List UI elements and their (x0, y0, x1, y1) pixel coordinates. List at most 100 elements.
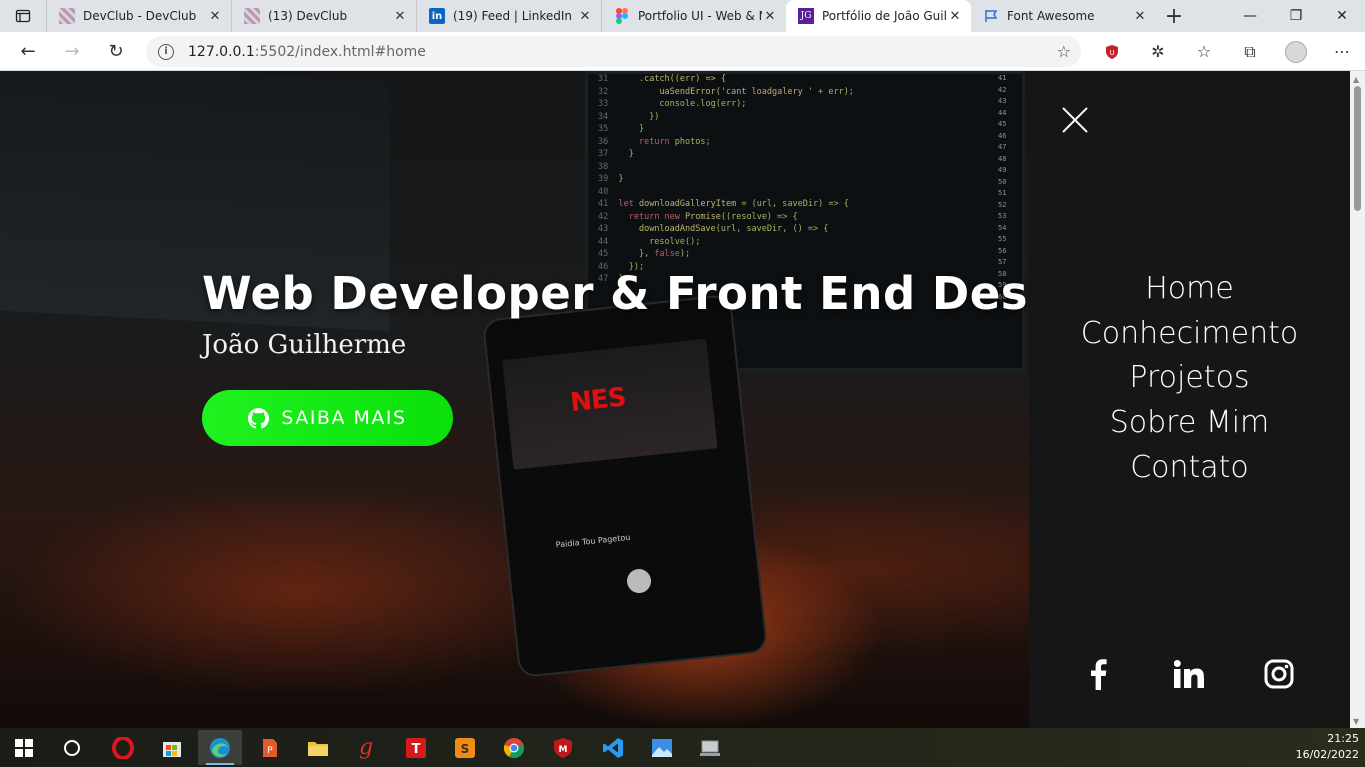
url-field[interactable]: i 127.0.0.1:5502/index.html#home ☆ (146, 36, 1081, 67)
devclub-icon (59, 8, 75, 24)
file-explorer-icon[interactable] (296, 730, 340, 765)
minimize-button[interactable]: — (1227, 0, 1273, 32)
windows-icon (15, 738, 33, 757)
tab-title: Portfólio de João Guilh (822, 9, 947, 23)
tab-actions-icon (15, 9, 31, 23)
saiba-mais-label: SAIBA MAIS (281, 407, 407, 429)
svg-text:M: M (559, 745, 568, 755)
search-button[interactable] (50, 730, 94, 765)
linkedin-icon: in (429, 8, 445, 24)
svg-text:P: P (267, 746, 273, 756)
settings-more-icon[interactable]: ⋯ (1319, 32, 1365, 71)
start-button[interactable] (2, 730, 46, 765)
figma-icon (614, 8, 630, 24)
menu-item-sobre-mim[interactable]: Sobre Mim (1029, 401, 1350, 446)
powerpoint-like-icon[interactable]: P (248, 730, 292, 765)
flag-icon (983, 8, 999, 24)
phone-song-text: Paidia Tou Pagetou (555, 532, 631, 550)
close-window-button[interactable]: ✕ (1319, 0, 1365, 32)
devclub-icon (244, 8, 260, 24)
screen: { "browser": { "tabs": [ {"title": "DevC… (0, 0, 1365, 767)
menu-item-home[interactable]: Home (1029, 267, 1350, 312)
profile-avatar[interactable] (1273, 32, 1319, 71)
scroll-down-icon[interactable]: ▼ (1353, 717, 1359, 726)
reload-button[interactable]: ↻ (94, 32, 138, 71)
back-button[interactable]: ← (6, 32, 50, 71)
browser-tab-devclub-13[interactable]: (13) DevClub ✕ (231, 0, 416, 32)
linkedin-icon[interactable] (1173, 657, 1205, 691)
browser-toolbar: U ✲ ☆ ⧉ ⋯ (1089, 32, 1365, 71)
close-tab-icon[interactable]: ✕ (392, 8, 408, 24)
browser-tab-figma[interactable]: Portfolio UI - Web & M ✕ (601, 0, 786, 32)
hero-subtitle: João Guilherme (202, 330, 407, 360)
scroll-up-icon[interactable]: ▲ (1353, 75, 1359, 84)
clock-time: 21:25 (1327, 732, 1359, 745)
info-icon[interactable]: i (158, 43, 174, 60)
vscode-icon[interactable] (591, 730, 635, 765)
arrow-right-icon: → (64, 40, 80, 62)
tab-title: Font Awesome (1007, 9, 1095, 23)
menu-item-contato[interactable]: Contato (1029, 446, 1350, 491)
jg-icon: JG (798, 8, 814, 24)
close-tab-icon[interactable]: ✕ (947, 8, 963, 24)
close-tab-icon[interactable]: ✕ (1132, 8, 1148, 24)
mcafee-icon[interactable]: M (541, 730, 585, 765)
reload-icon: ↻ (108, 40, 124, 62)
app-t-icon[interactable]: T (394, 730, 438, 765)
tab-title: Portfolio UI - Web & M (638, 9, 762, 23)
background-code: 31 .catch((err) => { 32 uaSendError('can… (598, 74, 854, 284)
app-g-icon[interactable]: g (344, 730, 388, 765)
arrow-left-icon: ← (20, 40, 36, 62)
saiba-mais-button[interactable]: SAIBA MAIS (202, 390, 453, 446)
close-tab-icon[interactable]: ✕ (207, 8, 223, 24)
forward-button[interactable]: → (50, 32, 94, 71)
tab-title: (19) Feed | LinkedIn (453, 9, 573, 23)
tab-actions-button[interactable] (0, 0, 46, 32)
favorites-icon[interactable]: ☆ (1181, 32, 1227, 71)
browser-tab-devclub[interactable]: DevClub - DevClub ✕ (46, 0, 231, 32)
url-path: :5502/index.html#home (254, 43, 426, 60)
clock-date: 16/02/2022 (1295, 748, 1359, 761)
extension-shield-icon[interactable]: U (1089, 32, 1135, 71)
social-links (1029, 657, 1350, 693)
tab-strip: DevClub - DevClub ✕ (13) DevClub ✕ in (1… (0, 0, 1365, 32)
microsoft-store-icon[interactable] (150, 730, 194, 765)
svg-text:T: T (412, 742, 421, 757)
sublime-text-icon[interactable]: S (443, 730, 487, 765)
cortana-icon (64, 739, 80, 756)
hero-section: 31 .catch((err) => { 32 uaSendError('can… (0, 71, 1029, 728)
scrollbar-thumb[interactable] (1354, 86, 1361, 211)
network-app-icon[interactable] (688, 730, 732, 765)
collections-icon[interactable]: ⧉ (1227, 32, 1273, 71)
browser-tab-font-awesome[interactable]: Font Awesome ✕ (971, 0, 1156, 32)
side-menu: Home Conhecimento Projetos Sobre Mim Con… (1029, 71, 1350, 728)
svg-text:U: U (1109, 49, 1114, 57)
opera-icon[interactable] (101, 730, 145, 765)
hero-content: Web Developer & Front End Design João Gu… (202, 267, 1029, 446)
instagram-icon[interactable] (1263, 657, 1295, 691)
extensions-icon[interactable]: ✲ (1135, 32, 1181, 71)
close-menu-icon[interactable] (1060, 105, 1090, 135)
page-scrollbar[interactable]: ▲ ▼ (1350, 71, 1365, 728)
url-host: 127.0.0.1 (188, 43, 255, 60)
hero-title: Web Developer & Front End Design (202, 267, 1029, 320)
photos-icon[interactable] (640, 730, 684, 765)
edge-icon[interactable] (198, 730, 242, 765)
tab-title: (13) DevClub (268, 9, 348, 23)
restore-button[interactable]: ❐ (1273, 0, 1319, 32)
menu-item-projetos[interactable]: Projetos (1029, 356, 1350, 401)
browser-tab-portfolio[interactable]: JG Portfólio de João Guilh ✕ (786, 0, 971, 32)
system-clock[interactable]: 21:25 16/02/2022 (1296, 731, 1359, 763)
tab-title: DevClub - DevClub (83, 9, 197, 23)
facebook-icon[interactable] (1082, 657, 1114, 691)
add-favorite-icon[interactable]: ☆ (1057, 42, 1071, 61)
url-text: 127.0.0.1:5502/index.html#home (188, 44, 426, 60)
menu-item-conhecimento[interactable]: Conhecimento (1029, 312, 1350, 357)
web-page: 31 .catch((err) => { 32 uaSendError('can… (0, 71, 1350, 728)
close-tab-icon[interactable]: ✕ (762, 8, 778, 24)
new-tab-button[interactable]: + (1156, 0, 1192, 32)
browser-tab-linkedin[interactable]: in (19) Feed | LinkedIn ✕ (416, 0, 601, 32)
chrome-icon[interactable] (492, 730, 536, 765)
close-tab-icon[interactable]: ✕ (577, 8, 593, 24)
menu-list: Home Conhecimento Projetos Sobre Mim Con… (1029, 267, 1350, 491)
